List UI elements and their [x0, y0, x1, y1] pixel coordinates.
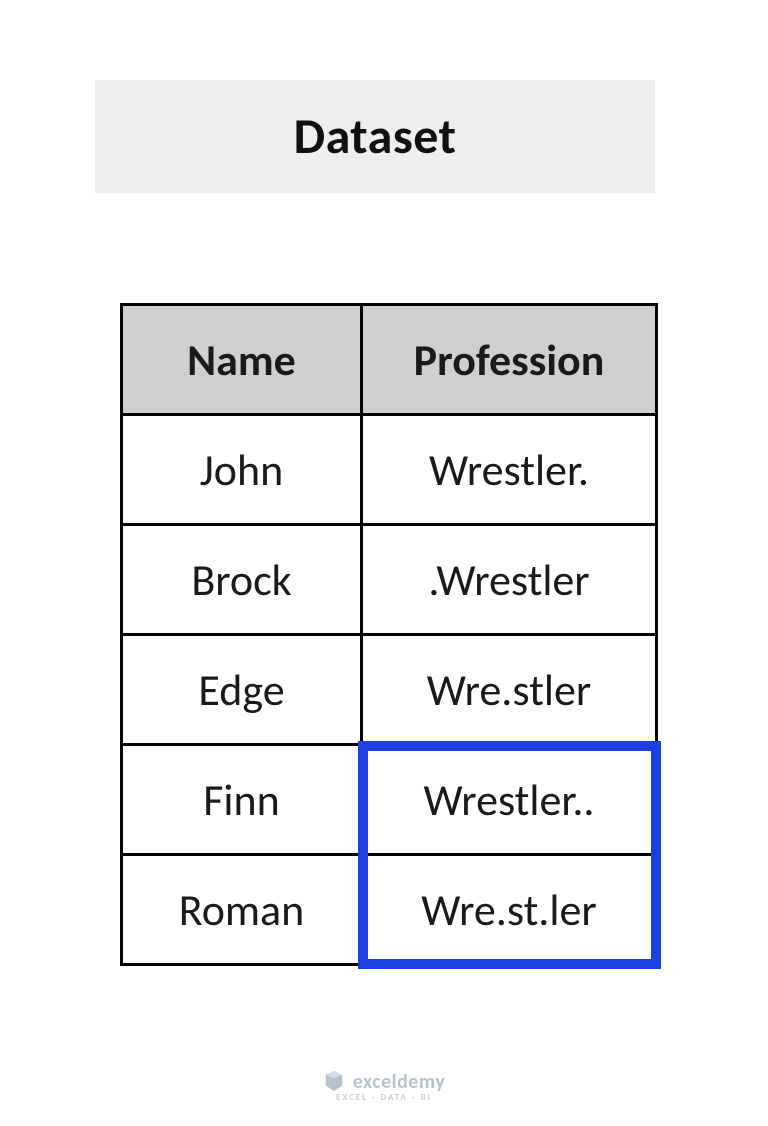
table-row: Brock .Wrestler	[122, 525, 657, 635]
table-row: Edge Wre.stler	[122, 635, 657, 745]
table-row: John Wrestler.	[122, 415, 657, 525]
table-header-row: Name Profession	[122, 305, 657, 415]
cell-profession: .Wrestler	[362, 525, 657, 635]
exceldemy-logo-icon	[323, 1071, 345, 1093]
page-title: Dataset	[95, 80, 655, 193]
header-name: Name	[122, 305, 362, 415]
watermark-brand: exceldemy	[353, 1070, 446, 1094]
cell-name: Brock	[122, 525, 362, 635]
cell-name: Finn	[122, 745, 362, 855]
watermark: exceldemy EXCEL · DATA · BI	[0, 1070, 768, 1094]
cell-profession: Wre.stler	[362, 635, 657, 745]
cell-name: Edge	[122, 635, 362, 745]
dataset-table-container: Name Profession John Wrestler. Brock .Wr…	[120, 303, 658, 966]
cell-profession: Wrestler..	[362, 745, 657, 855]
cell-name: Roman	[122, 855, 362, 965]
cell-name: John	[122, 415, 362, 525]
table-row: Finn Wrestler..	[122, 745, 657, 855]
cell-profession: Wre.st.ler	[362, 855, 657, 965]
table-row: Roman Wre.st.ler	[122, 855, 657, 965]
watermark-tagline: EXCEL · DATA · BI	[0, 1092, 768, 1103]
dataset-table: Name Profession John Wrestler. Brock .Wr…	[120, 303, 658, 966]
header-profession: Profession	[362, 305, 657, 415]
cell-profession: Wrestler.	[362, 415, 657, 525]
